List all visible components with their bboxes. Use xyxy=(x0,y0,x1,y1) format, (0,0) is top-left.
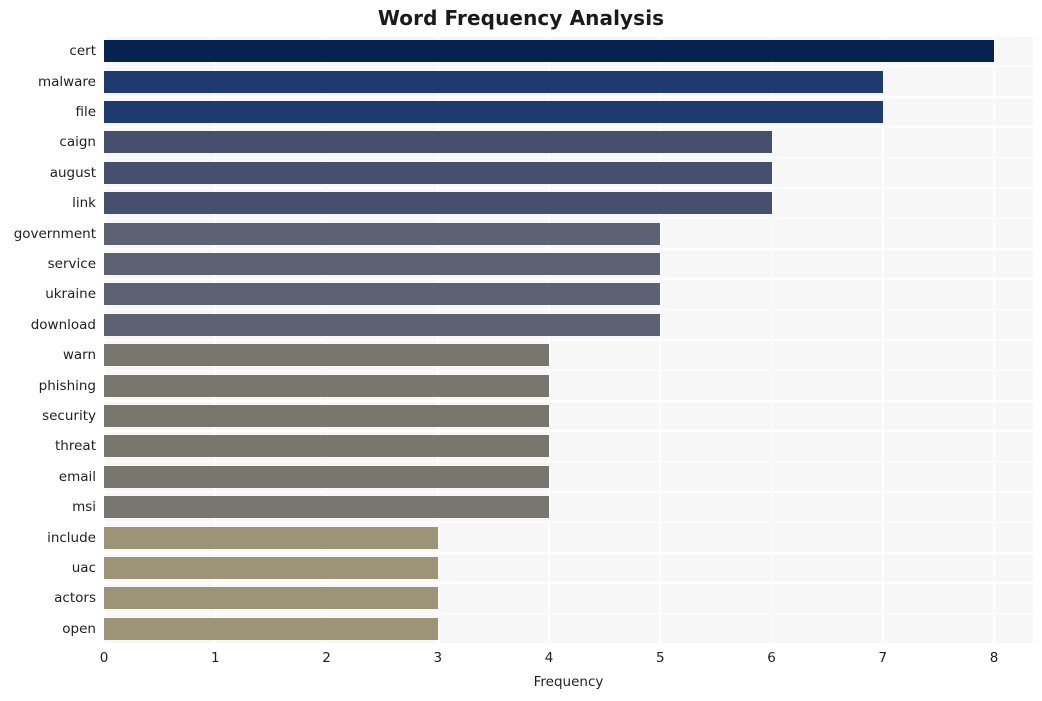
bar xyxy=(104,161,772,184)
x-axis-tick-label: 2 xyxy=(322,650,331,666)
gridline-horizontal xyxy=(104,126,1033,128)
x-axis-tick-label: 3 xyxy=(433,650,443,666)
gridline-vertical xyxy=(993,36,995,644)
gridline-horizontal xyxy=(104,400,1033,402)
y-axis-tick-label: august xyxy=(49,164,96,181)
gridline-horizontal xyxy=(104,278,1033,280)
y-axis-tick-label: file xyxy=(75,104,96,120)
gridline-horizontal xyxy=(104,308,1033,311)
x-axis-tick-label: 7 xyxy=(878,650,888,666)
bar xyxy=(104,192,772,215)
gridline-vertical xyxy=(104,36,105,644)
bar xyxy=(104,131,772,154)
gridline-horizontal xyxy=(104,521,1033,524)
bar xyxy=(104,313,661,336)
bar xyxy=(104,344,550,367)
gridline-horizontal xyxy=(104,491,1033,493)
gridline-horizontal xyxy=(104,156,1033,159)
gridline-vertical xyxy=(548,36,550,644)
y-axis-tick-label: threat xyxy=(55,438,96,455)
bar xyxy=(104,587,438,610)
y-axis-tick-label: msi xyxy=(72,499,96,516)
bar xyxy=(104,405,550,427)
y-axis-tick-label: uac xyxy=(71,560,96,576)
word-frequency-chart-figure: Word Frequency Analysis cert malware file c… xyxy=(0,0,1042,701)
gridline-horizontal xyxy=(104,430,1033,432)
x-axis-tick-label: 1 xyxy=(210,650,220,666)
gridline-horizontal xyxy=(104,369,1033,372)
gridline-horizontal xyxy=(104,460,1033,463)
y-axis-tick-label: link xyxy=(72,195,96,212)
bar xyxy=(104,435,550,458)
gridline-horizontal xyxy=(104,582,1033,584)
gridline-vertical xyxy=(882,36,884,644)
bar xyxy=(104,526,438,549)
y-axis-tick-label: actors xyxy=(54,590,96,607)
gridline-horizontal xyxy=(104,187,1033,189)
bar xyxy=(104,40,995,63)
x-axis-tick-label: 5 xyxy=(655,650,665,666)
gridline-vertical xyxy=(770,36,773,644)
bar xyxy=(104,465,550,488)
gridline-vertical xyxy=(436,36,439,644)
gridline-horizontal xyxy=(104,552,1033,554)
y-axis-tick-label: warn xyxy=(62,347,96,364)
gridline-horizontal xyxy=(104,36,1033,37)
y-axis-tick-label: download xyxy=(30,316,96,333)
y-axis-tick-label: cert xyxy=(69,43,96,60)
bar xyxy=(104,283,661,306)
bar xyxy=(104,101,883,123)
y-axis-tick-label: malware xyxy=(37,73,96,90)
x-axis-tick-label: 4 xyxy=(544,650,554,666)
gridline-horizontal xyxy=(104,612,1033,615)
y-axis-tick-label: caign xyxy=(59,134,96,151)
bar xyxy=(104,253,661,275)
gridline-horizontal xyxy=(104,217,1033,220)
bar xyxy=(104,617,438,640)
x-axis-tick-label: 6 xyxy=(767,650,776,666)
y-axis-tick-label: include xyxy=(47,529,96,546)
bar xyxy=(104,374,550,397)
bar xyxy=(104,70,883,93)
y-axis-tick-label: open xyxy=(62,620,96,637)
y-axis-tick-label: service xyxy=(47,256,96,272)
bar xyxy=(104,557,438,579)
gridline-horizontal xyxy=(104,96,1033,98)
gridline-vertical xyxy=(214,36,217,644)
y-axis-tick-label: phishing xyxy=(38,377,96,394)
x-axis-label: Frequency xyxy=(533,674,604,690)
y-axis-tick-label: security xyxy=(42,408,96,424)
y-axis-tick-label: government xyxy=(13,225,96,242)
bar xyxy=(104,222,661,245)
gridline-horizontal xyxy=(104,248,1033,250)
page-title: Word Frequency Analysis xyxy=(377,6,665,30)
x-axis-tick-label: 0 xyxy=(99,650,109,666)
y-axis-tick-label: email xyxy=(58,468,96,485)
plot-area xyxy=(104,36,1033,644)
gridline-vertical xyxy=(659,36,662,644)
x-axis-tick-label: 8 xyxy=(989,650,999,666)
y-axis-tick-label: ukraine xyxy=(45,286,96,303)
bar xyxy=(104,496,550,519)
gridline-vertical xyxy=(325,36,328,644)
gridline-horizontal xyxy=(104,339,1033,341)
gridline-horizontal xyxy=(104,643,1033,644)
gridline-horizontal xyxy=(104,65,1033,68)
